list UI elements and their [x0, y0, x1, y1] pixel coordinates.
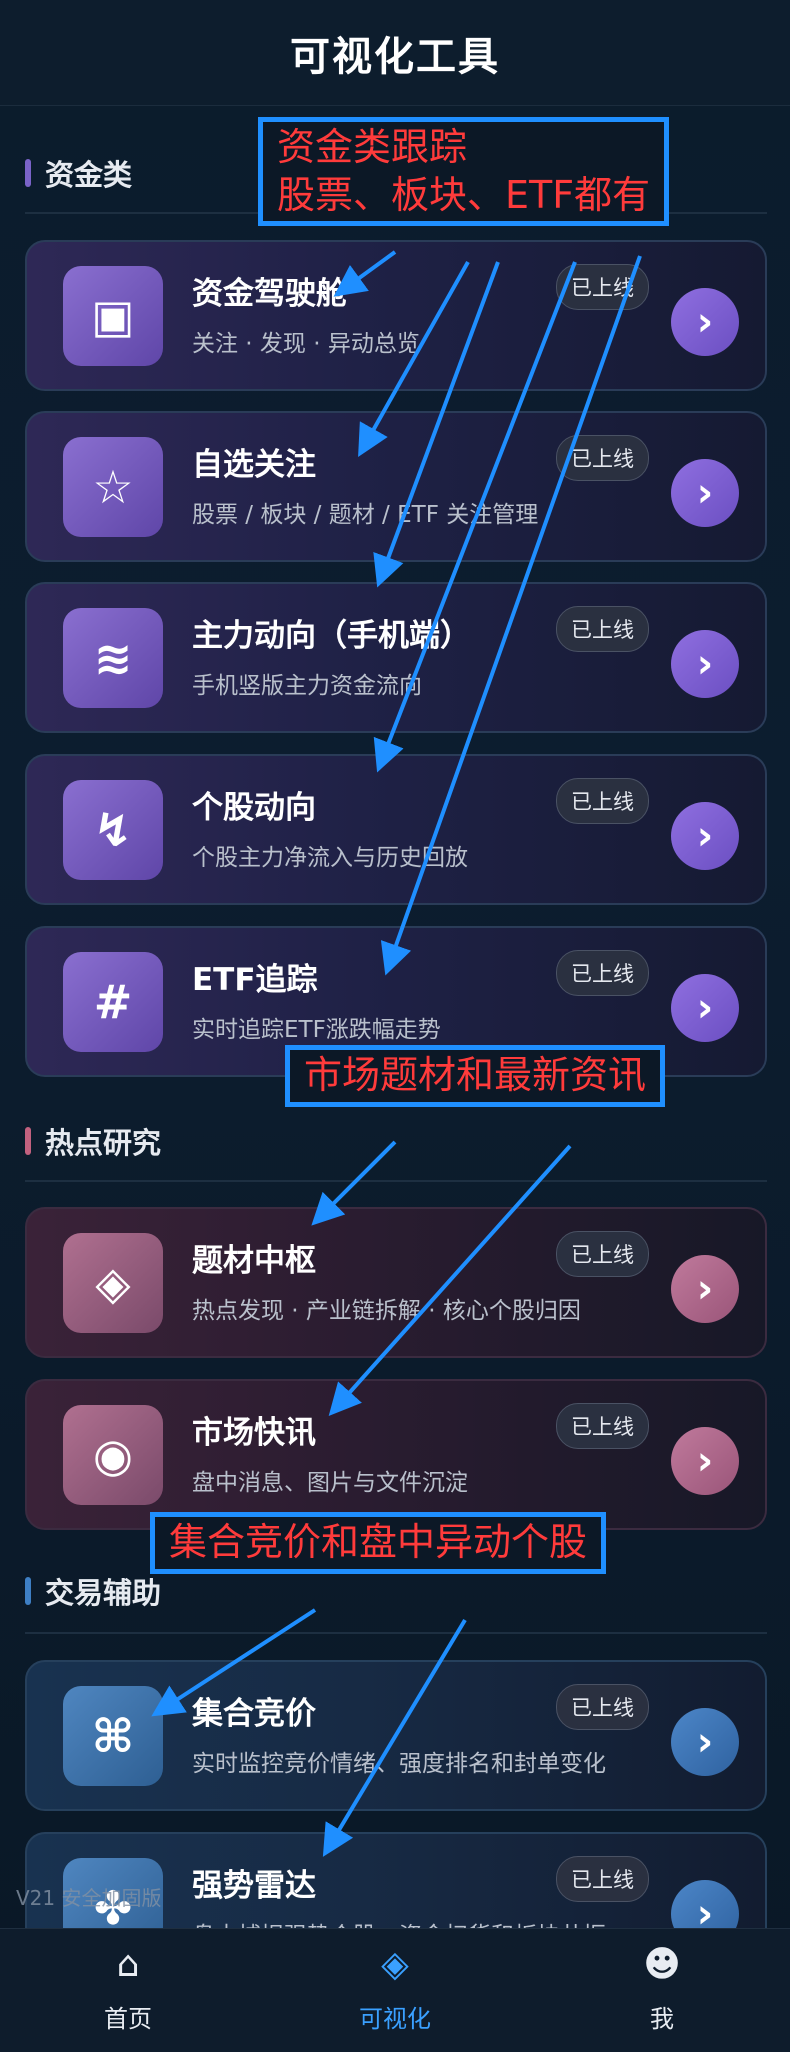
annotation-line: 股票、板块、ETF都有 [277, 172, 651, 217]
nav-me[interactable]: ☻ 我 [592, 1943, 732, 2034]
annotation-arrow [358, 261, 470, 457]
nav-home[interactable]: ⌂ 首页 [58, 1943, 198, 2034]
annotation-note-funds: 资金类跟踪 股票、板块、ETF都有 [258, 117, 670, 226]
annotation-arrow [322, 1618, 467, 1857]
nav-label: 我 [650, 2005, 674, 2033]
home-icon: ⌂ [116, 1944, 140, 1985]
annotation-arrows [151, 250, 642, 1857]
annotation-line: 集合竞价和盘中异动个股 [169, 1520, 588, 1564]
annotation-line: 市场题材和最新资讯 [304, 1053, 647, 1097]
annotation-arrow [380, 255, 642, 976]
annotation-arrow [151, 1608, 317, 1717]
nav-label: 可视化 [359, 2005, 431, 2033]
nav-visualize[interactable]: ◈ 可视化 [325, 1943, 465, 2034]
annotation-line: 资金类跟踪 [277, 125, 468, 169]
diamond-icon: ◈ [381, 1944, 409, 1985]
annotation-arrow [328, 1144, 572, 1416]
annotation-arrow [373, 261, 577, 773]
annotation-arrow [311, 1140, 397, 1226]
annotation-note-hot: 市场题材和最新资讯 [285, 1045, 666, 1107]
bottom-nav: ⌂ 首页 ◈ 可视化 ☻ 我 [0, 1928, 790, 2052]
smiley-icon: ☻ [643, 1944, 681, 1985]
annotation-note-trade: 集合竞价和盘中异动个股 [150, 1512, 607, 1574]
annotation-arrow [333, 250, 397, 297]
nav-label: 首页 [104, 2005, 152, 2033]
